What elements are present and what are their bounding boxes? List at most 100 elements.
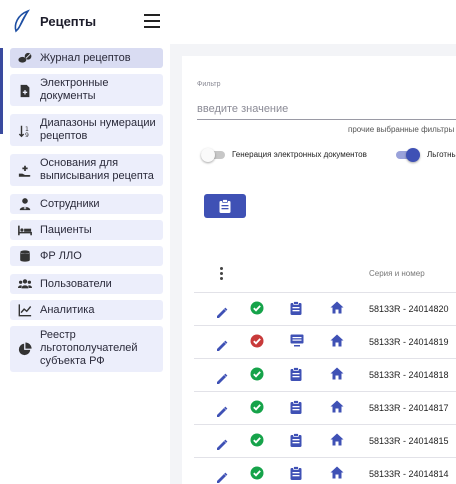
toggle-label: Генерация электронных документов	[232, 150, 367, 159]
app-header: Рецепты	[0, 0, 456, 44]
document-button[interactable]	[290, 367, 304, 381]
edit-button[interactable]	[216, 471, 230, 484]
sidebar-item-users[interactable]: Пользователи	[10, 274, 163, 294]
check-circle-error-icon	[250, 334, 264, 348]
sidebar-item-prescription-journal[interactable]: Журнал рецептов	[10, 48, 163, 68]
edit-button[interactable]	[216, 372, 230, 386]
pie-chart-icon	[18, 342, 32, 356]
sidebar-item-electronic-documents[interactable]: Электронные документы	[10, 74, 163, 106]
filter-input[interactable]	[197, 98, 456, 120]
home-button[interactable]	[330, 334, 344, 348]
home-icon	[330, 334, 344, 347]
toggle-label: Льготные	[427, 150, 456, 159]
toggle-generate-edocs[interactable]: Генерация электронных документов	[201, 148, 391, 162]
filter-label: Фильтр	[197, 81, 221, 88]
pencil-icon	[217, 472, 228, 483]
status-indicator	[250, 301, 264, 315]
sidebar: Журнал рецептов Электронные документы 1 …	[0, 44, 170, 484]
serial-number: 58133R - 24014820	[369, 304, 449, 314]
column-header-serial: Серия и номер	[369, 269, 425, 278]
check-circle-icon	[250, 400, 264, 414]
status-indicator	[250, 367, 264, 381]
clipboard-icon	[290, 466, 302, 480]
clipboard-action-button[interactable]	[204, 194, 246, 218]
table-row[interactable]: 58133R - 24014818	[194, 359, 456, 392]
document-button[interactable]	[290, 400, 304, 414]
document-button[interactable]	[290, 301, 304, 315]
table-row[interactable]: 58133R - 24014819	[194, 326, 456, 359]
toggle-knob	[406, 148, 420, 162]
edit-button[interactable]	[216, 306, 230, 320]
sidebar-item-beneficiary-registry[interactable]: Реестр льготополучателей субъекта РФ	[10, 326, 163, 372]
serial-number: 58133R - 24014817	[369, 403, 449, 413]
main-content: Фильтр прочие выбранные фильтры Генераци…	[170, 44, 456, 484]
sidebar-item-employees[interactable]: Сотрудники	[10, 194, 163, 214]
database-icon	[20, 250, 30, 262]
sidebar-item-label: Диапазоны нумерации рецептов	[40, 117, 156, 142]
sidebar-item-label: Электронные документы	[40, 77, 109, 102]
serial-number: 58133R - 24014815	[369, 436, 449, 446]
doctor-icon	[19, 198, 31, 211]
pencil-icon	[217, 307, 228, 318]
check-circle-icon	[250, 433, 264, 447]
app-title: Рецепты	[40, 14, 97, 29]
sidebar-item-patients[interactable]: Пациенты	[10, 220, 163, 240]
check-circle-icon	[250, 367, 264, 381]
home-icon	[330, 433, 344, 446]
check-circle-icon	[250, 466, 264, 480]
kebab-icon[interactable]	[218, 267, 224, 281]
status-indicator	[250, 334, 264, 348]
table-row[interactable]: 58133R - 24014817	[194, 392, 456, 425]
document-button[interactable]	[290, 334, 304, 348]
sidebar-item-fr-llo[interactable]: ФР ЛЛО	[10, 246, 163, 266]
edit-button[interactable]	[216, 339, 230, 353]
file-plus-icon	[20, 84, 30, 98]
sort-numbers-icon: 1 9	[18, 125, 29, 138]
table-row[interactable]: 58133R - 24014814	[194, 458, 456, 484]
monitor-icon	[290, 334, 304, 347]
other-filters-link[interactable]: прочие выбранные фильтры	[348, 125, 454, 134]
edit-button[interactable]	[216, 405, 230, 419]
serial-number: 58133R - 24014814	[369, 469, 449, 479]
document-button[interactable]	[290, 433, 304, 447]
status-indicator	[250, 466, 264, 480]
clipboard-icon	[290, 367, 302, 381]
home-button[interactable]	[330, 466, 344, 480]
home-icon	[330, 400, 344, 413]
filter-card: Фильтр прочие выбранные фильтры Генераци…	[182, 56, 456, 484]
sidebar-item-label: Пользователи	[40, 278, 112, 290]
edit-button[interactable]	[216, 438, 230, 452]
feather-logo-icon	[14, 9, 31, 33]
sidebar-item-number-ranges[interactable]: 1 9 Диапазоны нумерации рецептов	[10, 114, 163, 146]
document-button[interactable]	[290, 466, 304, 480]
pencil-icon	[217, 406, 228, 417]
sidebar-item-label: Сотрудники	[40, 198, 100, 210]
bed-icon	[18, 225, 32, 236]
home-icon	[330, 301, 344, 314]
sidebar-item-label: Аналитика	[40, 304, 95, 316]
home-button[interactable]	[330, 301, 344, 315]
status-indicator	[250, 433, 264, 447]
sidebar-item-label: ФР ЛЛО	[40, 250, 82, 262]
home-button[interactable]	[330, 400, 344, 414]
pills-icon	[18, 52, 32, 63]
sidebar-item-label: Реестр льготополучателей субъекта РФ	[40, 329, 138, 367]
sidebar-active-rail	[0, 48, 3, 134]
serial-number: 58133R - 24014819	[369, 337, 449, 347]
home-button[interactable]	[330, 433, 344, 447]
hamburger-icon[interactable]	[144, 14, 160, 28]
serial-number: 58133R - 24014818	[369, 370, 449, 380]
clipboard-icon	[290, 400, 302, 414]
toggle-preferential[interactable]: Льготные	[396, 148, 456, 162]
pencil-icon	[217, 340, 228, 351]
clipboard-icon	[290, 301, 302, 315]
line-chart-icon	[18, 304, 32, 317]
sidebar-item-analytics[interactable]: Аналитика	[10, 300, 163, 320]
table-row[interactable]: 58133R - 24014815	[194, 425, 456, 458]
table-row[interactable]: 58133R - 24014820	[194, 293, 456, 326]
sidebar-item-label: Пациенты	[40, 224, 92, 236]
home-icon	[330, 367, 344, 380]
sidebar-item-label: Основания для выписывания рецепта	[40, 157, 154, 182]
sidebar-item-prescription-grounds[interactable]: Основания для выписывания рецепта	[10, 154, 163, 186]
home-button[interactable]	[330, 367, 344, 381]
